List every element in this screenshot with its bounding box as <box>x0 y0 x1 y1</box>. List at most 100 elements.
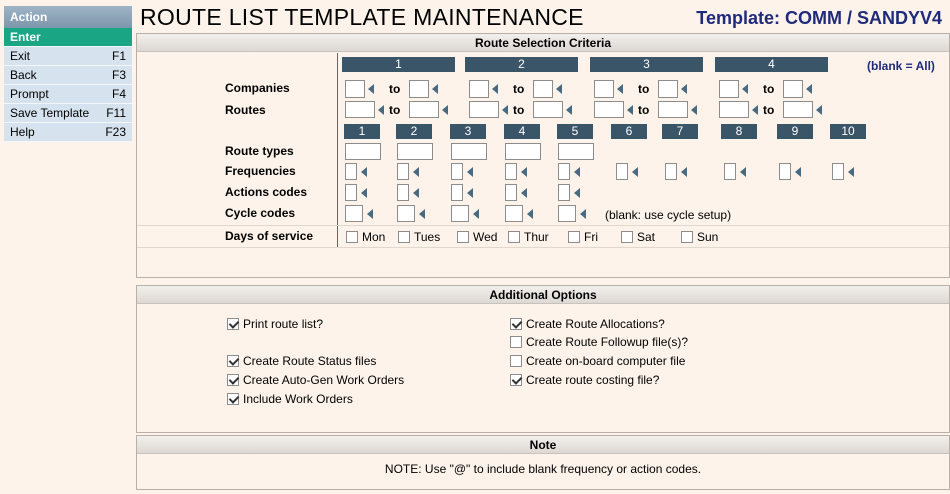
route-type-input-5[interactable] <box>558 143 594 160</box>
day-checkbox-fri[interactable]: Fri <box>568 230 598 244</box>
company-from-2[interactable] <box>469 80 489 98</box>
frequency-input-10[interactable] <box>832 163 844 180</box>
action-code-input-4[interactable] <box>505 184 517 201</box>
frequency-input-7[interactable] <box>665 163 677 180</box>
day-checkbox-tues[interactable]: Tues <box>398 230 440 244</box>
day-checkbox-thur[interactable]: Thur <box>508 230 549 244</box>
prompt-arrow-icon[interactable] <box>574 167 580 177</box>
action-code-input-5[interactable] <box>558 184 570 201</box>
action-code-input-3[interactable] <box>451 184 463 201</box>
create-auto-gen-checkbox[interactable]: Create Auto-Gen Work Orders <box>227 373 404 387</box>
route-type-input-1[interactable] <box>345 143 381 160</box>
create-costing-file-checkbox[interactable]: Create route costing file? <box>510 373 659 387</box>
prompt-arrow-icon[interactable] <box>368 84 374 94</box>
prompt-arrow-icon[interactable] <box>848 167 854 177</box>
company-from-4[interactable] <box>719 80 739 98</box>
prompt-arrow-icon[interactable] <box>413 188 419 198</box>
create-route-followup-checkbox[interactable]: Create Route Followup file(s)? <box>510 335 688 349</box>
prompt-arrow-icon[interactable] <box>691 105 697 115</box>
prompt-arrow-icon[interactable] <box>361 167 367 177</box>
company-to-3[interactable] <box>658 80 678 98</box>
sidebar-item-save-template[interactable]: Save Template F11 <box>4 104 132 123</box>
print-route-list-checkbox[interactable]: Print route list? <box>227 317 323 331</box>
company-to-4[interactable] <box>783 80 803 98</box>
route-type-input-3[interactable] <box>451 143 487 160</box>
prompt-arrow-icon[interactable] <box>740 167 746 177</box>
prompt-arrow-icon[interactable] <box>681 167 687 177</box>
prompt-arrow-icon[interactable] <box>361 188 367 198</box>
day-checkbox-sun[interactable]: Sun <box>681 230 718 244</box>
route-to-1[interactable] <box>409 101 439 118</box>
action-code-input-1[interactable] <box>345 184 357 201</box>
frequency-input-6[interactable] <box>616 163 628 180</box>
frequency-input-8[interactable] <box>724 163 736 180</box>
action-code-input-2[interactable] <box>397 184 409 201</box>
route-to-2[interactable] <box>533 101 563 118</box>
include-work-orders-checkbox[interactable]: Include Work Orders <box>227 392 353 406</box>
frequency-input-9[interactable] <box>779 163 791 180</box>
create-route-status-checkbox[interactable]: Create Route Status files <box>227 354 376 368</box>
create-onboard-file-checkbox[interactable]: Create on-board computer file <box>510 354 685 368</box>
frequency-input-5[interactable] <box>558 163 570 180</box>
route-from-2[interactable] <box>469 101 499 118</box>
cycle-code-input-4[interactable] <box>505 205 523 222</box>
route-type-input-2[interactable] <box>397 143 433 160</box>
sidebar-item-help[interactable]: Help F23 <box>4 123 132 142</box>
prompt-arrow-icon[interactable] <box>413 167 419 177</box>
prompt-arrow-icon[interactable] <box>521 188 527 198</box>
day-checkbox-wed[interactable]: Wed <box>457 230 497 244</box>
sidebar-item-exit[interactable]: Exit F1 <box>4 47 132 66</box>
prompt-arrow-icon[interactable] <box>527 209 533 219</box>
route-to-4[interactable] <box>783 101 813 118</box>
sidebar-item-enter[interactable]: Enter <box>4 28 132 47</box>
prompt-arrow-icon[interactable] <box>574 188 580 198</box>
route-from-4[interactable] <box>719 101 749 118</box>
prompt-arrow-icon[interactable] <box>681 84 687 94</box>
prompt-arrow-icon[interactable] <box>367 209 373 219</box>
prompt-arrow-icon[interactable] <box>419 209 425 219</box>
day-checkbox-sat[interactable]: Sat <box>621 230 655 244</box>
route-from-1[interactable] <box>345 101 375 118</box>
prompt-arrow-icon[interactable] <box>473 209 479 219</box>
frequency-input-4[interactable] <box>505 163 517 180</box>
prompt-arrow-icon[interactable] <box>617 84 623 94</box>
prompt-arrow-icon[interactable] <box>432 84 438 94</box>
frequency-input-3[interactable] <box>451 163 463 180</box>
prompt-arrow-icon[interactable] <box>632 167 638 177</box>
prompt-arrow-icon[interactable] <box>580 209 586 219</box>
checkbox-icon <box>227 393 239 405</box>
prompt-arrow-icon[interactable] <box>378 105 384 115</box>
prompt-arrow-icon[interactable] <box>566 105 572 115</box>
prompt-arrow-icon[interactable] <box>795 167 801 177</box>
company-to-1[interactable] <box>409 80 429 98</box>
cycle-code-input-5[interactable] <box>558 205 576 222</box>
prompt-arrow-icon[interactable] <box>627 105 633 115</box>
company-from-3[interactable] <box>594 80 614 98</box>
frequency-input-1[interactable] <box>345 163 357 180</box>
route-from-3[interactable] <box>594 101 624 118</box>
company-to-2[interactable] <box>533 80 553 98</box>
cycle-code-input-1[interactable] <box>345 205 363 222</box>
cycle-code-input-2[interactable] <box>397 205 415 222</box>
prompt-arrow-icon[interactable] <box>442 105 448 115</box>
create-route-allocations-checkbox[interactable]: Create Route Allocations? <box>510 317 665 331</box>
company-from-1[interactable] <box>345 80 365 98</box>
sidebar-item-prompt[interactable]: Prompt F4 <box>4 85 132 104</box>
prompt-arrow-icon[interactable] <box>502 105 508 115</box>
route-type-input-4[interactable] <box>505 143 541 160</box>
prompt-arrow-icon[interactable] <box>806 84 812 94</box>
prompt-arrow-icon[interactable] <box>521 167 527 177</box>
sidebar-item-label: Prompt <box>10 87 49 101</box>
prompt-arrow-icon[interactable] <box>556 84 562 94</box>
prompt-arrow-icon[interactable] <box>742 84 748 94</box>
sidebar-item-back[interactable]: Back F3 <box>4 66 132 85</box>
prompt-arrow-icon[interactable] <box>752 105 758 115</box>
prompt-arrow-icon[interactable] <box>492 84 498 94</box>
cycle-code-input-3[interactable] <box>451 205 469 222</box>
prompt-arrow-icon[interactable] <box>467 188 473 198</box>
route-to-3[interactable] <box>658 101 688 118</box>
prompt-arrow-icon[interactable] <box>467 167 473 177</box>
day-checkbox-mon[interactable]: Mon <box>346 230 385 244</box>
frequency-input-2[interactable] <box>397 163 409 180</box>
prompt-arrow-icon[interactable] <box>816 105 822 115</box>
